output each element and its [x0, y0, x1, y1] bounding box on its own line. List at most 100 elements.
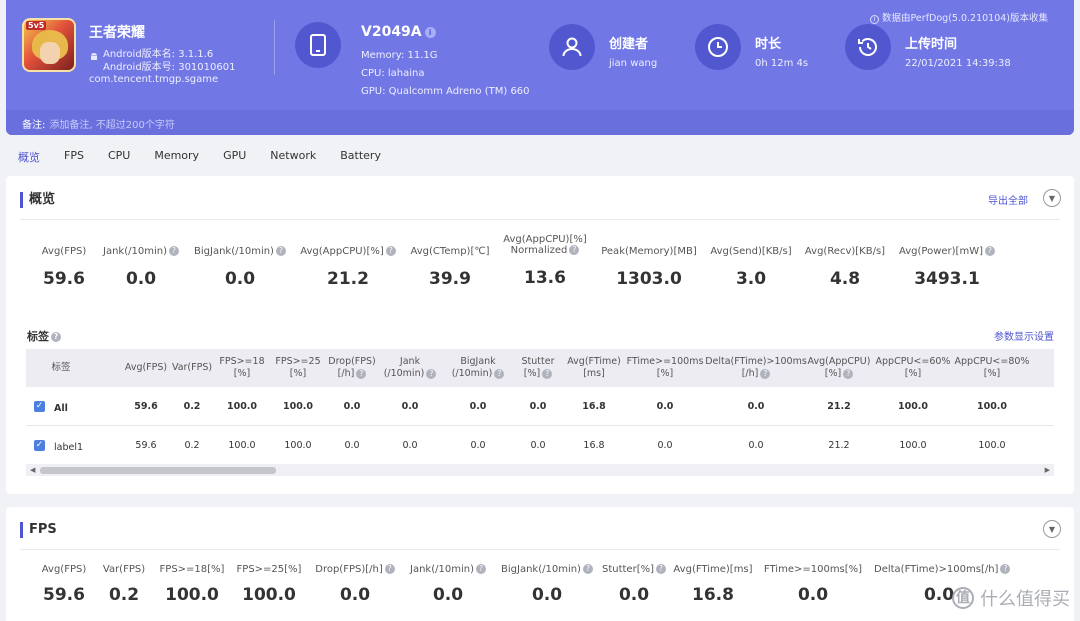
device-memory: Memory: 11.1G — [361, 50, 438, 61]
column-header-line2-text: (/10min) — [383, 368, 425, 379]
column-header-line2: (/10min)? — [384, 368, 437, 380]
help-icon[interactable]: ? — [168, 246, 179, 256]
help-icon[interactable]: ? — [760, 368, 771, 379]
table-cell: 0.2 — [184, 440, 200, 451]
column-header-line1: Var(FPS) — [171, 362, 213, 373]
metric-label-text: Avg(Send)[KB/s] — [710, 246, 792, 257]
help-icon[interactable]: ? — [843, 368, 854, 379]
column-header-line2-text: [%] — [233, 368, 251, 379]
metric-label-text: Avg(AppCPU)[%] — [300, 246, 384, 257]
column-header-text: Avg(AppCPU) [%]? — [808, 356, 871, 380]
info-icon[interactable]: i — [424, 26, 436, 38]
metric-2: BigJank(/10min)? 0.0 — [180, 246, 300, 289]
watermark: 值 什么值得买 — [952, 585, 1070, 611]
help-icon[interactable]: ? — [356, 368, 367, 379]
column-header[interactable]: FPS>=25 [%] — [272, 349, 324, 387]
column-header-line2-text: [%] — [656, 368, 674, 379]
tags-label: 标签? — [27, 328, 61, 344]
table-cell: 59.6 — [134, 401, 158, 412]
note-input[interactable]: 添加备注, 不超过200个字符 — [49, 120, 174, 131]
metric-label-text: Drop(FPS)[/h] — [315, 564, 383, 575]
source-note: i 数据由PerfDog(5.0.210104)版本收集 — [870, 10, 1048, 24]
creator-circle — [549, 24, 595, 70]
metric-label-text: Avg(FPS) — [41, 246, 87, 257]
column-header[interactable]: Delta(FTime)>100ms [/h]? — [705, 349, 807, 387]
clock-icon — [708, 37, 728, 57]
report-header: 5v5 王者荣耀 Android版本名: 3.1.1.6 Android版本号:… — [6, 0, 1074, 135]
help-icon[interactable]: ? — [985, 246, 995, 256]
column-header[interactable]: Jank (/10min)? — [381, 349, 439, 387]
column-header[interactable]: Avg(FPS) — [121, 349, 171, 387]
help-icon[interactable]: ? — [1000, 564, 1011, 574]
column-header-line2-text: [%] — [824, 368, 842, 379]
tag-column-header: 标签 — [51, 362, 71, 373]
column-header-line1: BigJank — [460, 356, 496, 367]
column-header-line1: Avg(FTime) — [567, 356, 621, 367]
tab-6[interactable]: Battery — [340, 149, 381, 165]
tab-0[interactable]: 概览 — [18, 149, 40, 165]
column-header[interactable]: Drop(FPS) [/h]? — [324, 349, 380, 387]
tab-1[interactable]: FPS — [64, 149, 84, 165]
column-header[interactable]: Stutter [%]? — [513, 349, 563, 387]
column-header-line1: FTime>=100ms — [626, 356, 704, 367]
column-header[interactable]: Avg(AppCPU) [%]? — [805, 349, 873, 387]
column-header-line2: [ms] — [567, 368, 621, 380]
column-header[interactable]: FPS>=18 [%] — [216, 349, 268, 387]
note-bar[interactable]: 备注: 添加备注, 不超过200个字符 — [6, 110, 1074, 135]
android-icon — [91, 53, 97, 60]
column-header-line2-text: (/10min) — [451, 368, 493, 379]
table-cell: 16.8 — [582, 401, 606, 412]
collapse-button[interactable]: ▼ — [1043, 189, 1061, 207]
help-icon[interactable]: ? — [494, 368, 505, 379]
table-cell: 0.0 — [529, 401, 547, 412]
column-header[interactable]: BigJank (/10min)? — [445, 349, 511, 387]
help-icon[interactable]: ? — [569, 245, 580, 255]
fps-card: FPS ▼ Avg(FPS) 59.6 Var(FPS) 0.2 FPS>=18[%] 1… — [6, 507, 1074, 621]
row-tag: All — [54, 403, 68, 414]
table-cell: 0.0 — [469, 401, 487, 412]
metric-label-text: Normalized — [510, 245, 568, 256]
overview-title: 概览 — [20, 192, 55, 208]
scroll-right-icon[interactable]: ▶ — [1045, 466, 1050, 474]
column-header[interactable]: AppCPU<=60% [%] — [874, 349, 952, 387]
column-header-line2: [/h]? — [328, 368, 376, 380]
export-all-button[interactable]: 导出全部 — [988, 192, 1028, 207]
column-header-line1: Avg(FPS) — [124, 362, 168, 373]
metric-label-text: Delta(FTime)>100ms[/h] — [874, 564, 999, 575]
scroll-left-icon[interactable]: ◀ — [30, 466, 35, 474]
tab-4[interactable]: GPU — [223, 149, 246, 165]
column-header[interactable]: Var(FPS) — [172, 349, 212, 387]
metric-value: 0.0 — [797, 585, 829, 605]
column-header[interactable]: AppCPU<=80% [%] — [953, 349, 1031, 387]
row-checkbox[interactable]: ✓ — [34, 401, 45, 412]
help-icon[interactable]: ? — [542, 368, 553, 379]
metric-value: 3493.1 — [914, 269, 980, 289]
row-checkbox[interactable]: ✓ — [34, 440, 45, 451]
metric-label: FTime>=100ms[%] — [748, 564, 878, 575]
column-header[interactable]: Avg(FTime) [ms] — [564, 349, 624, 387]
table-cell: 100.0 — [978, 440, 1006, 451]
collapse-button[interactable]: ▼ — [1043, 520, 1061, 538]
table-cell: 0.0 — [470, 440, 486, 451]
metric-5: Avg(AppCPU)[%] Normalized? 13.6 — [485, 234, 605, 288]
help-icon[interactable]: ? — [275, 246, 286, 256]
row-tag: label1 — [54, 442, 84, 453]
horizontal-scrollbar[interactable]: ◀ ▶ — [26, 464, 1054, 476]
column-header-text: Var(FPS) — [172, 362, 212, 374]
param-settings-link[interactable]: 参数显示设置 — [994, 328, 1054, 343]
divider — [20, 219, 1060, 220]
scroll-thumb[interactable] — [40, 467, 276, 474]
help-icon[interactable]: ? — [51, 332, 61, 342]
column-header[interactable]: FTime>=100ms [%] — [626, 349, 704, 387]
tab-3[interactable]: Memory — [154, 149, 199, 165]
metric-label: BigJank(/10min)? — [180, 246, 300, 257]
help-icon[interactable]: ? — [426, 368, 437, 379]
table-cell: 0.0 — [343, 401, 361, 412]
column-header-text: AppCPU<=60% [%] — [876, 356, 951, 380]
tab-5[interactable]: Network — [270, 149, 316, 165]
metric-label-text: Jank(/10min) — [410, 564, 474, 575]
column-header-line1: FPS>=25 — [275, 356, 321, 367]
tab-2[interactable]: CPU — [108, 149, 130, 165]
header-divider — [274, 20, 275, 75]
column-header-line1: AppCPU<=80% — [954, 356, 1030, 367]
